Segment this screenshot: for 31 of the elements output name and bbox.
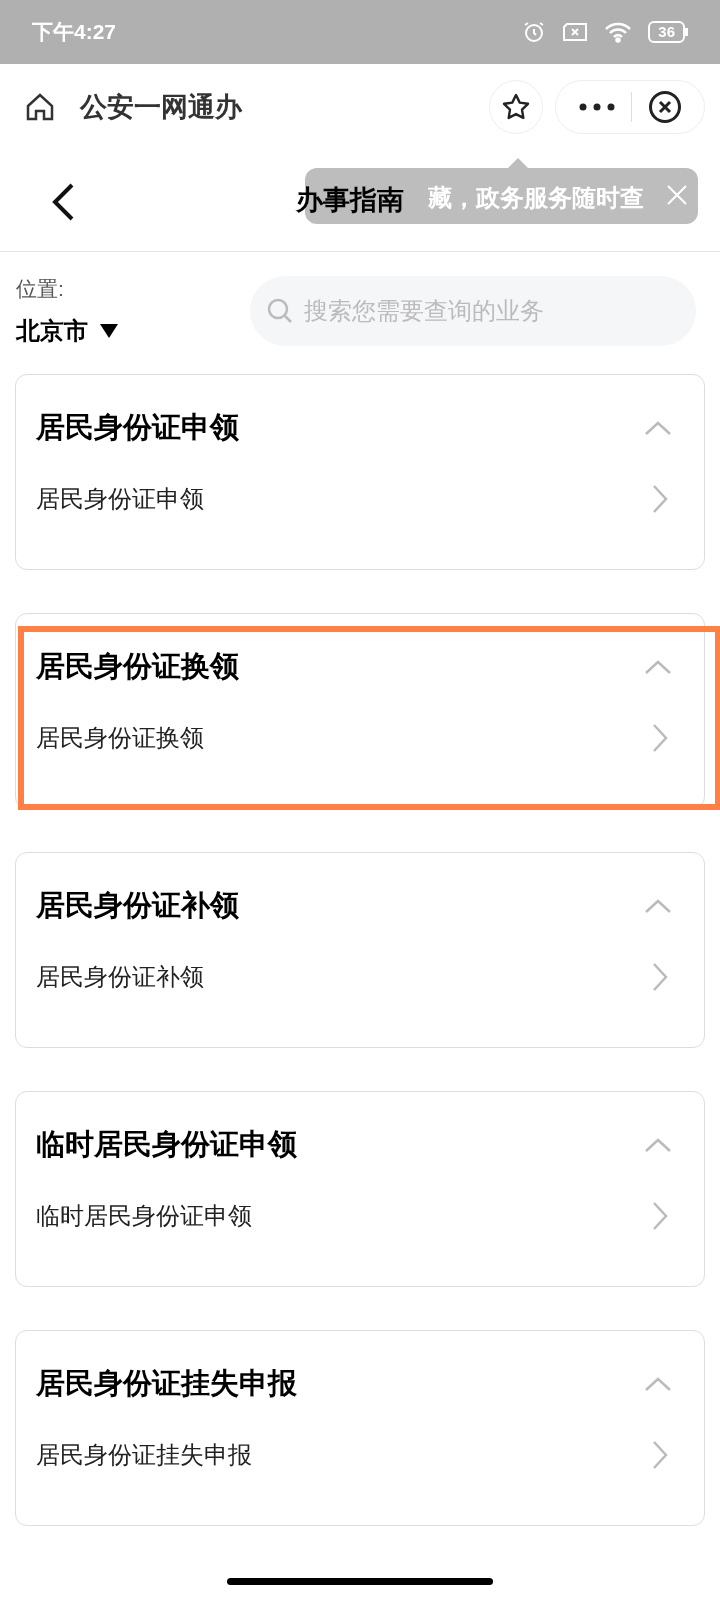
wifi-icon [604,21,633,43]
home-icon[interactable] [24,91,56,123]
guide-item[interactable]: 居民身份证挂失申报 [36,1429,684,1481]
section-header[interactable]: 居民身份证挂失申报 [36,1351,684,1417]
tooltip-text: 藏，政务服务随时查 [428,183,644,213]
app-title: 公安一网通办 [80,90,242,124]
chevron-right-icon [652,1440,668,1470]
chevron-right-icon [652,1201,668,1231]
sim-icon [562,22,589,42]
more-icon[interactable] [579,103,615,111]
section-header[interactable]: 居民身份证补领 [36,873,684,939]
section-header[interactable]: 临时居民身份证申领 [36,1112,684,1178]
search-field[interactable]: 搜索您需要查询的业务 [250,276,696,346]
chevron-right-icon [652,962,668,992]
location-label: 位置: [16,276,65,303]
guide-item[interactable]: 居民身份证换领 [36,712,684,764]
guide-item[interactable]: 临时居民身份证申领 [36,1190,684,1242]
close-icon[interactable] [648,90,682,124]
section-header[interactable]: 居民身份证换领 [36,634,684,700]
city-selector[interactable]: 北京市 [16,312,226,349]
section-header[interactable]: 居民身份证申领 [36,395,684,461]
status-time: 下午4:27 [32,19,117,46]
guide-item[interactable]: 居民身份证申领 [36,473,684,525]
dropdown-icon [100,323,118,338]
guide-item[interactable]: 居民身份证补领 [36,951,684,1003]
battery-icon: 36 [648,21,688,43]
back-icon[interactable] [50,182,76,222]
chevron-right-icon [652,723,668,753]
search-icon [266,297,294,325]
chevron-right-icon [652,484,668,514]
page-title: 办事指南 [296,184,404,217]
